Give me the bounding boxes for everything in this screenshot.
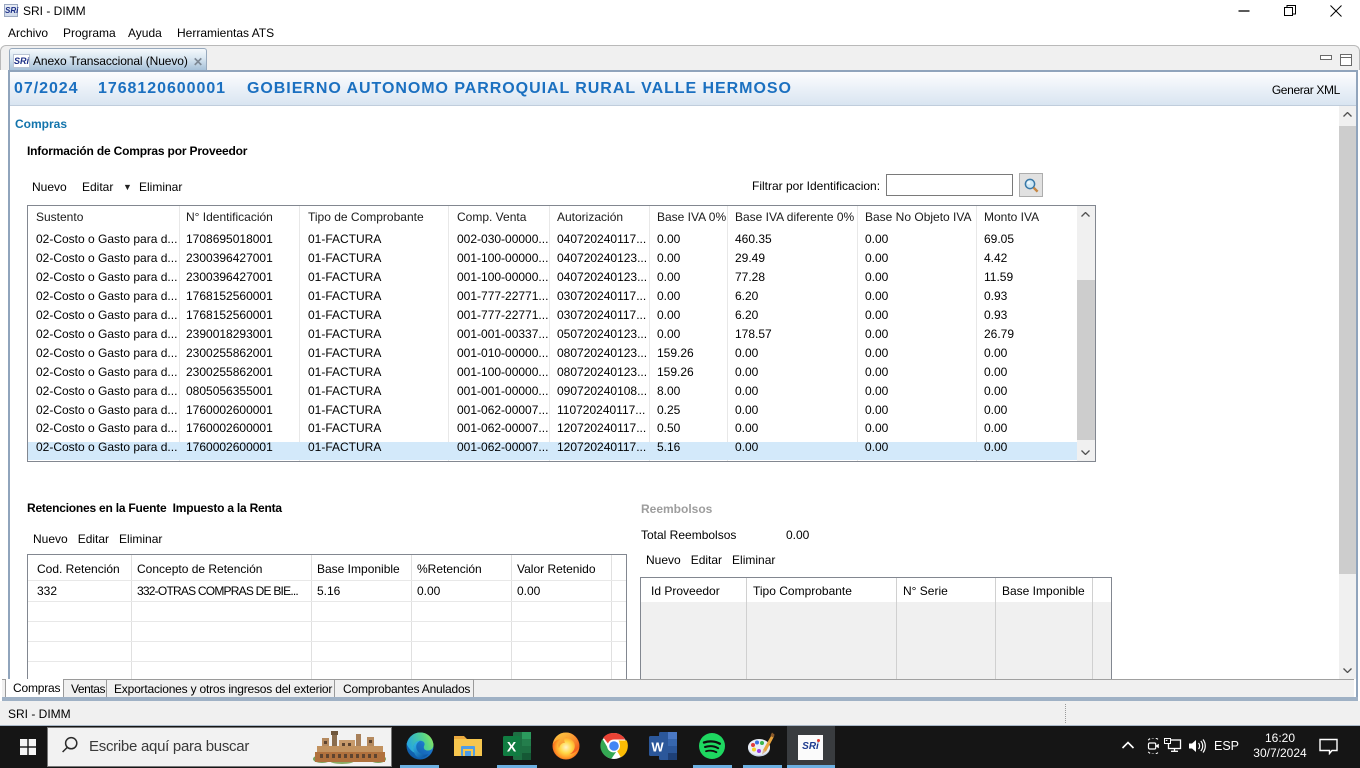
svg-text:X: X bbox=[507, 739, 517, 755]
svg-text:W: W bbox=[651, 740, 664, 755]
